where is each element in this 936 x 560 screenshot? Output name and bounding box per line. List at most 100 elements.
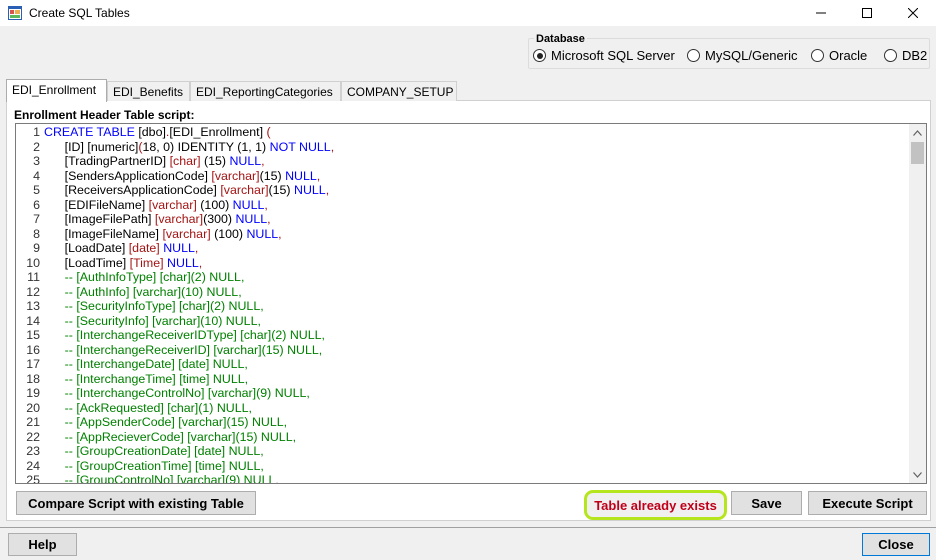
code-token: (100) (210, 226, 247, 241)
code-token: NOT NULL (269, 139, 331, 154)
code-token: -- [InterchangeDate] [date] NULL, (44, 357, 248, 371)
vertical-scrollbar[interactable] (909, 124, 926, 483)
chevron-up-icon (913, 129, 922, 136)
line-number: 6 (33, 197, 40, 212)
line-number: 3 (33, 154, 40, 168)
scroll-up-button[interactable] (909, 124, 926, 141)
line-number: 1 (33, 125, 40, 139)
window-close-button[interactable] (890, 0, 936, 26)
code-token: -- [AppRecieverCode] [varchar](15) NULL, (44, 429, 297, 444)
line-number: 23 (26, 444, 40, 458)
code-text: [LoadDate] [date] NULL, (44, 241, 199, 256)
line-number: 7 (33, 212, 40, 226)
code-token: [ReceiversApplicationCode] (44, 183, 221, 197)
maximize-button[interactable] (844, 0, 890, 26)
line-number: 20 (26, 400, 40, 415)
app-icon (8, 6, 22, 20)
scroll-thumb[interactable] (911, 142, 924, 164)
line-number: 15 (26, 328, 40, 342)
code-text: [LoadTime] [Time] NULL, (44, 255, 203, 271)
code-token: [EDIFileName] (44, 197, 149, 212)
code-token: , (264, 197, 268, 212)
line-number: 19 (26, 386, 40, 400)
line-number: 13 (26, 299, 40, 313)
line-number: 10 (26, 255, 40, 270)
code-token: (100) (196, 197, 233, 212)
code-token: [varchar] (220, 183, 269, 197)
radio-mysql[interactable]: MySQL/Generic (687, 48, 797, 63)
code-token: -- [AuthInfoType] [char](2) NULL, (44, 270, 245, 284)
execute-script-button[interactable]: Execute Script (808, 491, 927, 515)
code-text: [ImageFileName] [varchar] (100) NULL, (44, 227, 282, 242)
code-text: -- [InterchangeReceiverID] [varchar](15)… (44, 342, 323, 358)
radio-oracle[interactable]: Oracle (811, 48, 867, 63)
close-button[interactable]: Close (862, 533, 930, 556)
radio-db2[interactable]: DB2 (884, 48, 927, 63)
code-token: , (198, 255, 203, 270)
code-token: -- [GroupCreationTime] [time] NULL, (44, 458, 264, 473)
code-token: [SendersApplicationCode] (44, 168, 212, 183)
code-token: NULL (232, 197, 265, 212)
window-title: Create SQL Tables (29, 6, 130, 20)
code-token: NULL (235, 212, 268, 226)
tab-edi-enrollment[interactable]: EDI_Enrollment (6, 79, 107, 102)
radio-unchecked-icon (687, 49, 700, 62)
code-token: -- [InterchangeReceiverIDType] [char](2)… (44, 328, 325, 342)
line-number: 8 (33, 226, 40, 241)
code-text: -- [AuthInfo] [varchar](10) NULL, (44, 285, 242, 300)
line-number: 16 (26, 342, 40, 357)
line-number: 24 (26, 458, 40, 473)
code-token: [char] (169, 154, 201, 168)
code-text: -- [SecurityInfoType] [char](2) NULL, (44, 299, 264, 314)
radio-label: MySQL/Generic (705, 48, 798, 63)
compare-script-button[interactable]: Compare Script with existing Table (16, 491, 256, 515)
code-token: -- [InterchangeReceiverID] [varchar](15)… (44, 342, 323, 357)
code-token: , (330, 139, 335, 154)
code-token: NULL (229, 154, 262, 168)
code-text: -- [GroupCreationDate] [date] NULL, (44, 444, 264, 459)
code-token: (15) (259, 168, 286, 183)
code-token: -- [SecurityInfoType] [char](2) NULL, (44, 299, 264, 313)
tab-edi-reporting-categories[interactable]: EDI_ReportingCategories (190, 81, 341, 101)
minimize-button[interactable] (798, 0, 844, 26)
code-token: -- [SecurityInfo] [varchar](10) NULL, (44, 313, 261, 328)
radio-unchecked-icon (811, 49, 824, 62)
code-token: [varchar] (211, 168, 260, 183)
code-token: -- [InterchangeTime] [time] NULL, (44, 371, 249, 386)
line-number: 22 (26, 429, 40, 444)
code-text: -- [InterchangeTime] [time] NULL, (44, 372, 248, 387)
code-token: [varchar] (162, 226, 211, 241)
save-button[interactable]: Save (731, 491, 802, 515)
code-token: [LoadTime] (44, 255, 130, 270)
code-text: [EDIFileName] [varchar] (100) NULL, (44, 198, 268, 213)
code-token: (300) (203, 212, 236, 226)
database-label: Database (534, 33, 587, 45)
line-number: 11 (27, 270, 40, 284)
help-button[interactable]: Help (8, 533, 77, 556)
chevron-down-icon (913, 471, 922, 478)
line-number: 25 (26, 473, 40, 484)
tab-company-setup[interactable]: COMPANY_SETUP (341, 81, 457, 101)
radio-label: Microsoft SQL Server (551, 48, 675, 63)
line-number: 9 (33, 241, 40, 255)
code-token: [EDI_Enrollment] (169, 125, 267, 139)
code-token: , (325, 183, 330, 197)
code-token: [varchar] (154, 212, 204, 226)
tab-edi-benefits[interactable]: EDI_Benefits (107, 81, 190, 101)
code-token: -- [GroupControlNo] [varchar](9) NULL, (44, 473, 279, 484)
minimize-icon (816, 12, 826, 14)
title-bar: Create SQL Tables (0, 0, 936, 26)
radio-mssql[interactable]: Microsoft SQL Server (533, 48, 675, 63)
code-text: -- [AppRecieverCode] [varchar](15) NULL, (44, 430, 296, 445)
radio-label: DB2 (902, 48, 928, 63)
code-token: [ImageFileName] (44, 226, 163, 241)
code-text: -- [InterchangeDate] [date] NULL, (44, 357, 248, 372)
code-text: [SendersApplicationCode] [varchar](15) N… (44, 168, 321, 184)
code-token: CREATE TABLE (44, 125, 139, 139)
code-text: [ReceiversApplicationCode] [varchar](15)… (44, 183, 330, 198)
code-token: (15) (200, 154, 230, 168)
script-editor[interactable]: 1 CREATE TABLE [dbo].[EDI_Enrollment] (2 … (15, 123, 927, 484)
radio-checked-icon (533, 49, 546, 62)
script-label: Enrollment Header Table script: (14, 108, 195, 122)
scroll-down-button[interactable] (909, 466, 926, 483)
